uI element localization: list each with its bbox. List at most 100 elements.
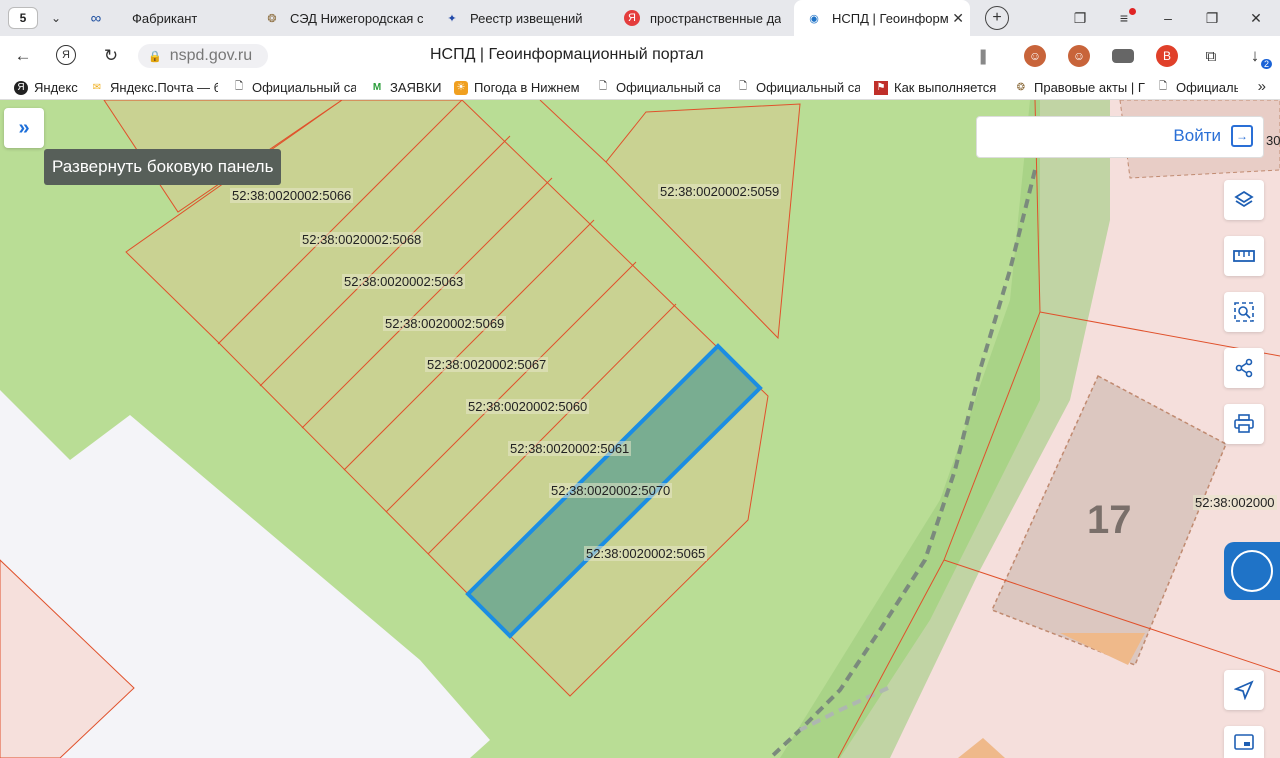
bookmark-item[interactable]: ❂ Правовые акты | Г (1014, 80, 1146, 95)
login-panel: Войти → (976, 116, 1264, 158)
extensions-icon[interactable]: ⧉ (1200, 45, 1222, 67)
page-icon: 🗋 (598, 81, 608, 92)
extension-icon[interactable]: ☺ (1068, 45, 1090, 67)
m-icon: M (372, 82, 382, 93)
infinity-icon: ∞ (90, 9, 102, 27)
mail-icon: ✉ (92, 82, 102, 93)
eagle-icon: ✦ (447, 12, 457, 25)
login-button[interactable]: Войти → (1173, 125, 1253, 147)
locate-icon (1234, 680, 1254, 700)
locate-button[interactable] (1224, 670, 1264, 710)
chevron-down-icon[interactable]: ⌄ (43, 7, 69, 29)
tab-label: Фабрикант (132, 10, 198, 26)
tab-counter[interactable]: 5 (8, 7, 38, 29)
parcel-label[interactable]: 52:38:0020002:5067 (425, 357, 549, 372)
bookmarks-bar: Я Яндекс ✉ Яндекс.Почта — б 🗋 Официальный с… (0, 76, 1280, 100)
tab-label: Реестр извещений (470, 10, 583, 26)
restore-icon[interactable]: ❐ (1202, 8, 1222, 28)
parcel-label[interactable]: 52:38:0020002:5070 (549, 483, 673, 498)
extension-icon[interactable]: ☺ (1024, 45, 1046, 67)
seal-icon: ❂ (1016, 82, 1026, 93)
downloads-icon[interactable]: ↓ 2 (1244, 45, 1272, 69)
parcel-border (539, 100, 607, 163)
seal-icon: ❂ (267, 12, 277, 25)
parcel-label[interactable]: 52:38:0020002:5065 (584, 546, 708, 561)
parcel-label[interactable]: 52:38:002000 (1193, 495, 1277, 510)
back-icon[interactable]: ← (12, 45, 34, 67)
bookmark-item[interactable]: 🗋 Официальный са (736, 80, 860, 95)
share-button[interactable] (1224, 348, 1264, 388)
ruler-icon (1233, 250, 1255, 262)
lock-icon: 🔒 (148, 50, 162, 63)
tab-nspd[interactable]: ◉ НСПД | Геоинформ ✕ (794, 0, 970, 36)
tab-label: СЭД Нижегородская с (290, 10, 424, 26)
tab-fabrikant[interactable]: ∞ Фабрикант (84, 0, 254, 36)
yandex-icon: Я (14, 80, 28, 95)
page-icon: 🗋 (234, 81, 244, 92)
edge-number: 30 (1266, 133, 1280, 148)
double-chevron-right-icon: » (18, 116, 30, 139)
parcel-label[interactable]: 52:38:0020002:5061 (508, 441, 632, 456)
new-tab-button[interactable]: + (985, 6, 1009, 30)
parcel-label[interactable]: 52:38:0020002:5063 (342, 274, 466, 289)
parcel-label[interactable]: 52:38:0020002:5059 (658, 184, 782, 199)
address-bar: ← Я ↻ 🔒 nspd.gov.ru НСПД | Геоинформацио… (0, 36, 1280, 76)
tab-label: пространственные да (650, 10, 782, 26)
tab-label: НСПД | Геоинформ (832, 10, 949, 26)
layers-button[interactable] (1224, 180, 1264, 220)
bookmark-item[interactable]: ☀ Погода в Нижнем (454, 80, 582, 95)
tab-strip: 5 ⌄ ∞ Фабрикант ❂ СЭД Нижегородская с ✦ … (0, 0, 1280, 36)
bookmark-item[interactable]: Я Яндекс (14, 80, 84, 95)
yandex-icon[interactable]: Я (56, 45, 76, 65)
bookmark-item[interactable]: 🗋Официальн (1156, 80, 1238, 95)
more-bookmarks-icon[interactable]: » (1258, 78, 1266, 95)
extension-icon[interactable] (1112, 49, 1134, 63)
close-window-icon[interactable]: ✕ (1246, 8, 1266, 28)
tab-sed[interactable]: ❂ СЭД Нижегородская с (264, 0, 432, 36)
screen-icon (1234, 734, 1254, 750)
tab-registry[interactable]: ✦ Реестр извещений (444, 0, 612, 36)
print-button[interactable] (1224, 404, 1264, 444)
login-label: Войти (1173, 126, 1221, 145)
assistant-button[interactable] (1224, 542, 1280, 600)
bookmark-item[interactable]: 🗋 Официальный са (232, 80, 356, 95)
parcel-label[interactable]: 52:38:0020002:5060 (466, 399, 590, 414)
bookmark-item[interactable]: 🗋 Официальный са (596, 80, 720, 95)
tab-spatial[interactable]: Я пространственные да (624, 0, 790, 36)
close-icon[interactable]: ✕ (952, 10, 964, 27)
profile-icon[interactable]: В (1156, 45, 1178, 67)
page-icon: 🗋 (738, 81, 748, 92)
minimize-icon[interactable]: – (1158, 8, 1178, 28)
login-icon: → (1231, 125, 1253, 147)
building-number: 17 (1087, 498, 1132, 542)
page-icon: 🗋 (1158, 81, 1168, 92)
bookmark-item[interactable]: M ЗАЯВКИ (370, 80, 450, 95)
parcel-label[interactable]: 52:38:0020002:5066 (230, 188, 354, 203)
measure-button[interactable] (1224, 236, 1264, 276)
map-layer (0, 100, 1280, 758)
map-canvas[interactable]: 52:38:0020002:5066 52:38:0020002:5068 52… (0, 100, 1280, 758)
page-title: НСПД | Геоинформационный портал (430, 46, 704, 63)
url-field[interactable]: 🔒 nspd.gov.ru (138, 44, 268, 68)
nspd-icon: ◉ (809, 12, 819, 25)
sidebar-tooltip: Развернуть боковую панель (44, 149, 282, 185)
parcel-label[interactable]: 52:38:0020002:5068 (300, 232, 424, 247)
weather-icon: ☀ (454, 80, 468, 95)
share-icon (1235, 358, 1253, 378)
layers-icon (1234, 190, 1254, 208)
assistant-icon (1231, 550, 1273, 592)
expand-sidebar-button[interactable]: » (4, 108, 44, 148)
parcel-label[interactable]: 52:38:0020002:5069 (383, 316, 507, 331)
bookmark-item[interactable]: ⚑ Как выполняется (874, 80, 1000, 95)
reload-icon[interactable]: ↻ (100, 45, 122, 67)
area-search-button[interactable] (1224, 292, 1264, 332)
screen-button[interactable] (1224, 726, 1264, 758)
bookmark-icon[interactable]: ❚ (972, 45, 994, 67)
bookmark-item[interactable]: ✉ Яндекс.Почта — б (90, 80, 218, 95)
menu-icon[interactable]: ≡ (1114, 8, 1136, 28)
downloads-badge: 2 (1260, 59, 1272, 69)
collections-icon[interactable]: ❐ (1070, 8, 1090, 28)
flag-icon: ⚑ (874, 80, 888, 95)
search-area-icon (1234, 302, 1254, 322)
yandex-icon: Я (624, 10, 640, 26)
